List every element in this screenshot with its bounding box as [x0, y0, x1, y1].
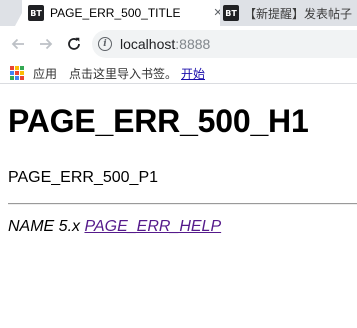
help-link[interactable]: PAGE_ERR_HELP [84, 218, 221, 235]
apps-grid-icon[interactable] [10, 66, 24, 80]
page-heading: PAGE_ERR_500_H1 [8, 103, 309, 139]
tab-title: PAGE_ERR_500_TITLE [50, 6, 181, 20]
tab-strip: BT PAGE_ERR_500_TITLE ✕ BT 【新提醒】发表帖子 [0, 0, 357, 26]
url-port: :8888 [175, 36, 211, 52]
horizontal-rule [8, 203, 357, 205]
bookmarks-bar: 应用 点击这里导入书签。 开始 [0, 62, 357, 84]
import-bookmarks-link[interactable]: 开始 [181, 65, 205, 82]
reload-icon [68, 37, 80, 50]
reload-button[interactable] [63, 33, 85, 55]
bt-favicon-icon: BT [28, 5, 44, 21]
info-icon[interactable]: i [98, 37, 112, 51]
page-paragraph: PAGE_ERR_500_P1 [8, 169, 159, 186]
arrow-right-icon [40, 38, 53, 50]
arrow-left-icon [11, 38, 24, 50]
forward-button[interactable] [35, 33, 57, 55]
apps-bookmark[interactable]: 应用 [33, 65, 57, 82]
url-text[interactable]: localhost:8888 [120, 36, 210, 52]
import-bookmarks-hint: 点击这里导入书签。 [69, 67, 178, 81]
url-host: localhost [120, 36, 176, 52]
server-name: NAME 5.x [8, 218, 81, 235]
server-footer: NAME 5.x PAGE_ERR_HELP [8, 218, 221, 236]
back-button[interactable] [7, 33, 29, 55]
address-bar[interactable]: i localhost:8888 [92, 30, 357, 58]
bt-favicon-icon: BT [223, 5, 239, 21]
tab-inactive[interactable]: BT 【新提醒】发表帖子 [219, 0, 357, 26]
tab-title: 【新提醒】发表帖子 [244, 6, 353, 21]
tab-active[interactable]: BT PAGE_ERR_500_TITLE ✕ [22, 0, 220, 26]
